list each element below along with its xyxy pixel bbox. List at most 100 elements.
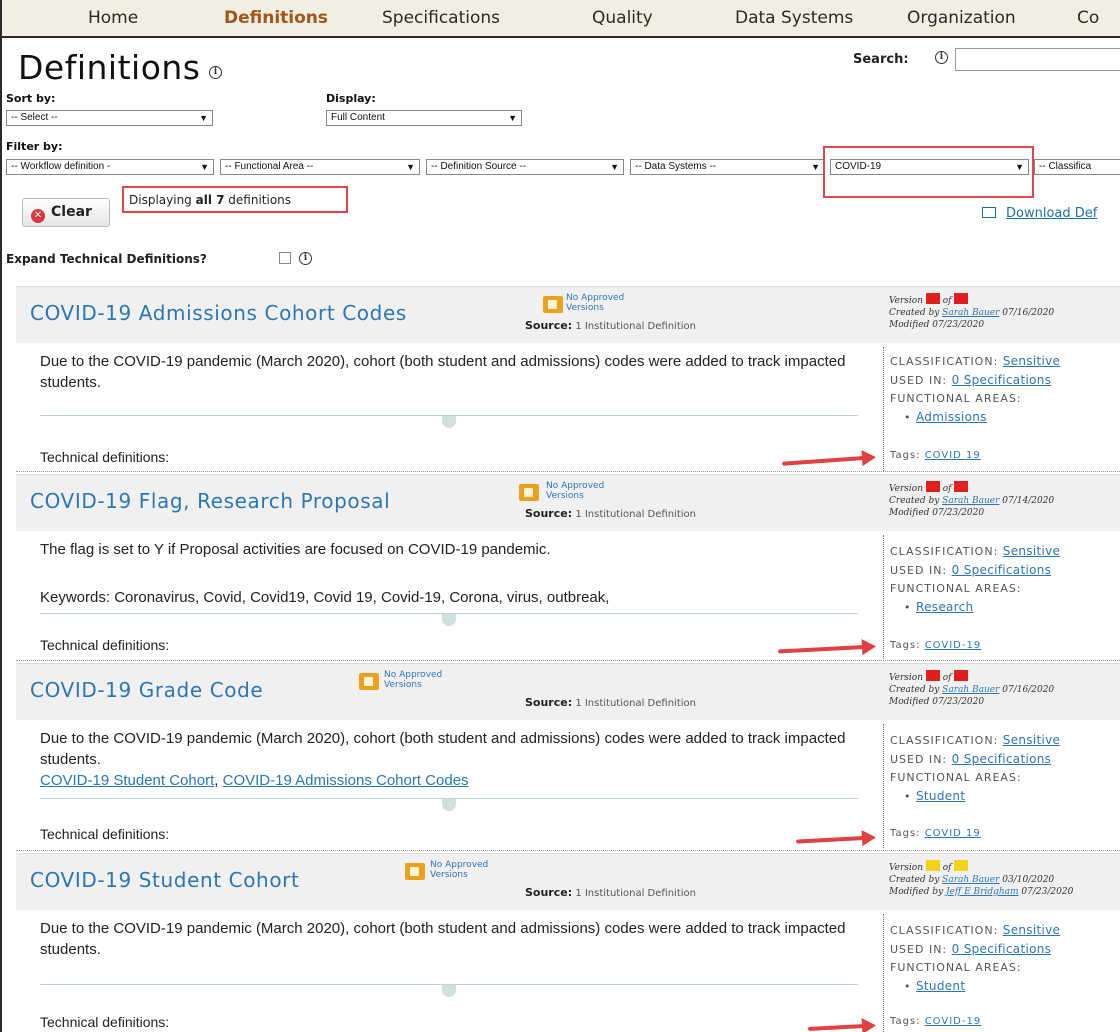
definition-title[interactable]: COVID-19 Grade Code	[30, 678, 263, 702]
search-info-icon[interactable]: i	[935, 51, 948, 64]
related-definition-link[interactable]: COVID-19 Student Cohort	[40, 772, 214, 789]
info-icon[interactable]: i	[299, 252, 312, 265]
modified-by-link[interactable]: Jeff E Bridgham	[946, 887, 1019, 897]
display-select-value: Full Content	[331, 112, 385, 123]
definition-source: Source: 1 Institutional Definition	[525, 319, 696, 332]
used-in-link[interactable]: 0 Specifications	[952, 942, 1052, 956]
no-approved-versions-label[interactable]: No Approved Versions	[566, 293, 624, 313]
nav-quality[interactable]: Quality	[592, 8, 653, 28]
badge-line: Versions	[566, 303, 604, 313]
functional-areas-label: Functional Areas:	[890, 582, 1022, 595]
download-link[interactable]: Download Def	[982, 206, 1097, 221]
filter-value: -- Functional Area --	[225, 161, 314, 172]
expand-handle-icon[interactable]	[442, 614, 456, 626]
classification-link[interactable]: Sensitive	[1003, 923, 1060, 937]
modified-date: Modified 07/23/2020	[889, 320, 985, 330]
definition-title[interactable]: COVID-19 Admissions Cohort Codes	[30, 301, 407, 325]
description-text: Due to the COVID-19 pandemic (March 2020…	[40, 730, 846, 768]
related-definition-link[interactable]: COVID-19 Admissions Cohort Codes	[223, 772, 469, 789]
classification-link[interactable]: Sensitive	[1003, 544, 1060, 558]
definition-header: COVID-19 Grade Code No Approved Versions …	[16, 663, 1120, 720]
clear-button[interactable]: ✕ Clear	[22, 198, 110, 227]
nav-home[interactable]: Home	[88, 8, 138, 28]
filter-workflow-select[interactable]: -- Workflow definition - ▼	[6, 159, 214, 175]
download-label: Download Def	[1006, 206, 1098, 221]
document-icon	[519, 484, 539, 501]
nav-organization[interactable]: Organization	[907, 8, 1016, 28]
modified-prefix: Modified by	[889, 887, 946, 897]
expand-technical-label: Expand Technical Definitions?	[6, 252, 207, 266]
filter-data-systems-select[interactable]: -- Data Systems -- ▼	[630, 159, 825, 175]
page-title: Definitions	[18, 48, 201, 87]
modified-date: Modified 07/23/2020	[889, 697, 985, 707]
no-approved-versions-label[interactable]: No Approved Versions	[384, 670, 442, 690]
filter-value: -- Workflow definition -	[11, 161, 111, 172]
no-approved-versions-label[interactable]: No Approved Versions	[546, 481, 604, 501]
badge-line: Versions	[546, 491, 584, 501]
used-in-link[interactable]: 0 Specifications	[952, 563, 1052, 577]
tag-link[interactable]: COVID-19	[925, 640, 982, 651]
info-icon[interactable]: i	[209, 66, 222, 79]
definition-title[interactable]: COVID-19 Student Cohort	[30, 868, 299, 892]
technical-definitions-label: Technical definitions:	[40, 449, 170, 465]
tag-link[interactable]: COVID-19	[925, 1016, 982, 1027]
nav-data-systems[interactable]: Data Systems	[735, 8, 853, 28]
functional-areas-label: Functional Areas:	[890, 961, 1022, 974]
display-select[interactable]: Full Content ▼	[326, 110, 522, 126]
tags-label: Tags:	[890, 828, 921, 839]
functional-area-link[interactable]: Research	[916, 600, 973, 614]
nav-contacts[interactable]: Co	[1077, 8, 1099, 28]
technical-definitions-label: Technical definitions:	[40, 1014, 170, 1030]
used-in-label: Used in:	[890, 753, 948, 766]
window-frame-left	[0, 38, 2, 1032]
expand-handle-icon[interactable]	[442, 985, 456, 997]
classification-link[interactable]: Sensitive	[1003, 354, 1060, 368]
search-input[interactable]	[955, 48, 1120, 71]
definition-header: COVID-19 Admissions Cohort Codes No Appr…	[16, 286, 1120, 343]
created-prefix: Created by	[889, 875, 943, 885]
version-badge	[925, 670, 940, 681]
close-icon: ✕	[31, 209, 45, 223]
result-count: Displaying all 7 definitions	[129, 193, 291, 207]
version-label: Version	[889, 863, 924, 873]
version-of: of	[942, 673, 952, 683]
tag-link[interactable]: COVID 19	[925, 450, 981, 461]
created-prefix: Created by	[889, 496, 943, 506]
classification-link[interactable]: Sensitive	[1003, 733, 1060, 747]
expand-handle-icon[interactable]	[442, 799, 456, 811]
used-in-link[interactable]: 0 Specifications	[952, 752, 1052, 766]
definition-meta: Classification: Sensitive Used in: 0 Spe…	[890, 542, 1060, 617]
source-value: 1 Institutional Definition	[575, 888, 696, 899]
created-by-link[interactable]: Sarah Bauer	[942, 308, 999, 318]
chevron-down-icon: ▼	[811, 162, 820, 172]
row-divider	[16, 850, 1120, 851]
definition-description: Due to the COVID-19 pandemic (March 2020…	[40, 920, 846, 958]
filter-functional-area-select[interactable]: -- Functional Area -- ▼	[220, 159, 420, 175]
created-by-link[interactable]: Sarah Bauer	[942, 496, 999, 506]
functional-area-link[interactable]: Admissions	[916, 410, 987, 424]
sort-select[interactable]: -- Select -- ▼	[6, 110, 213, 126]
filter-definition-source-select[interactable]: -- Definition Source -- ▼	[426, 159, 624, 175]
functional-area-link[interactable]: Student	[916, 789, 965, 803]
classification-label: Classification:	[890, 545, 999, 558]
source-label: Source:	[525, 886, 573, 899]
tag-link[interactable]: COVID 19	[925, 828, 981, 839]
created-date: 07/14/2020	[999, 496, 1055, 506]
nav-definitions[interactable]: Definitions	[224, 8, 328, 28]
created-by-link[interactable]: Sarah Bauer	[942, 875, 999, 885]
no-approved-versions-label[interactable]: No Approved Versions	[430, 860, 488, 880]
used-in-link[interactable]: 0 Specifications	[952, 373, 1052, 387]
nav-specifications[interactable]: Specifications	[382, 8, 500, 28]
expand-handle-icon[interactable]	[442, 416, 456, 428]
functional-areas-label: Functional Areas:	[890, 392, 1022, 405]
version-info: Version of Created by Sarah Bauer 03/10/…	[889, 860, 1073, 898]
link-separator: ,	[214, 772, 223, 789]
created-by-link[interactable]: Sarah Bauer	[942, 685, 999, 695]
filter-classification-select[interactable]: -- Classifica	[1034, 159, 1120, 175]
definition-title[interactable]: COVID-19 Flag, Research Proposal	[30, 489, 390, 513]
expand-technical-checkbox[interactable]	[279, 252, 291, 264]
source-label: Source:	[525, 696, 573, 709]
classification-label: Classification:	[890, 734, 999, 747]
functional-area-link[interactable]: Student	[916, 979, 965, 993]
definition-tags: Tags: COVID 19	[890, 450, 981, 461]
